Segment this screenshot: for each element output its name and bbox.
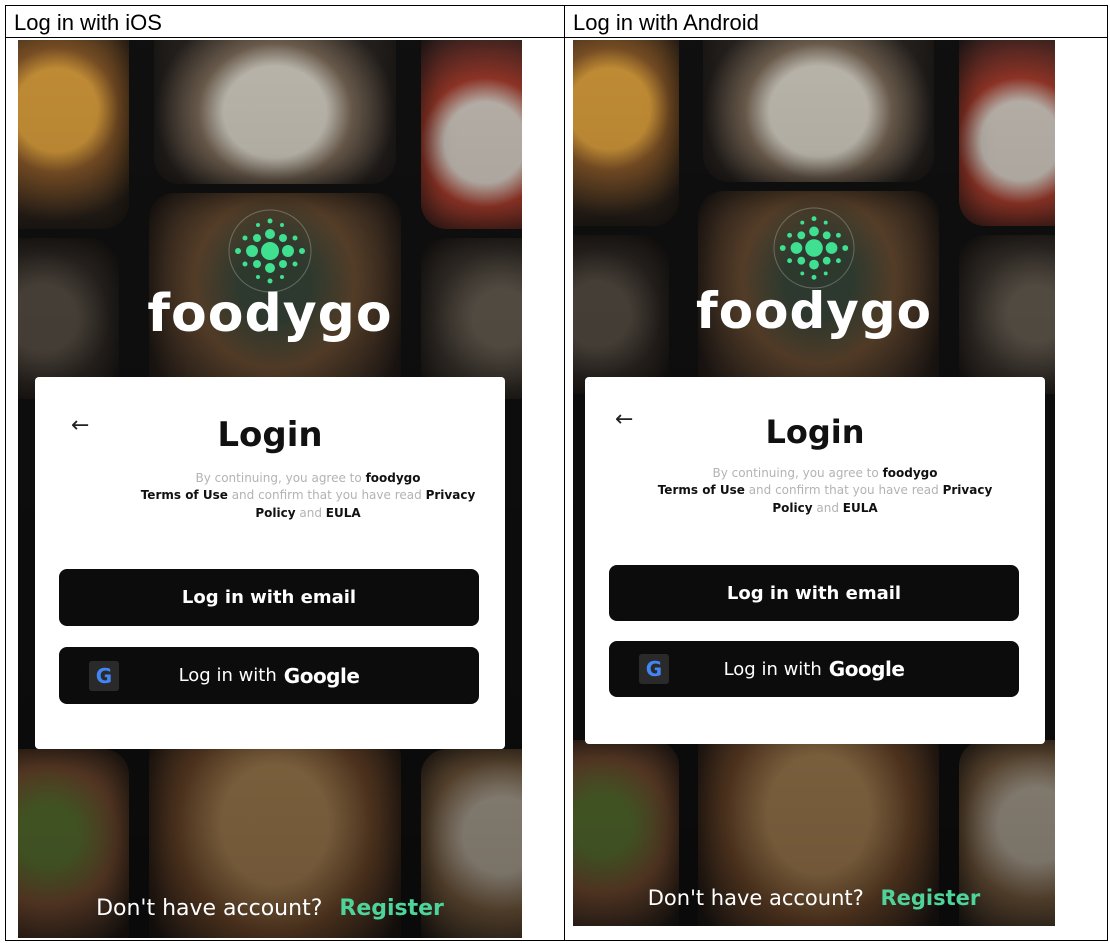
ios-column: Log in with iOS foodygo ← Login By conti… xyxy=(6,6,565,940)
comparison-table: Log in with iOS foodygo ← Login By conti… xyxy=(5,5,1108,941)
google-word: Google xyxy=(283,663,360,688)
foodygo-logo-icon xyxy=(224,208,316,294)
login-title: Login xyxy=(217,415,323,455)
login-title: Login xyxy=(765,413,865,451)
google-button-label: Log in with xyxy=(723,658,822,680)
android-screenshot: foodygo ← Login By continuing, you agree… xyxy=(573,40,1055,926)
terms-text: By continuing, you agree to foodygo Term… xyxy=(140,471,476,520)
android-column-header: Log in with Android xyxy=(565,6,1107,38)
email-login-button[interactable]: Log in with email xyxy=(59,569,479,626)
terms-brand: foodygo xyxy=(882,466,938,480)
brand-name: foodygo xyxy=(147,284,393,344)
terms-of-use-link[interactable]: Terms of Use xyxy=(141,488,228,502)
login-card: ← Login By continuing, you agree to food… xyxy=(585,377,1045,744)
google-login-button[interactable]: G Log in with Google xyxy=(59,647,479,704)
eula-link[interactable]: EULA xyxy=(326,506,361,520)
google-icon: G xyxy=(639,654,669,684)
ios-column-header: Log in with iOS xyxy=(6,6,564,38)
register-link[interactable]: Register xyxy=(339,896,444,921)
ios-screenshot: foodygo ← Login By continuing, you agree… xyxy=(18,40,522,938)
eula-link[interactable]: EULA xyxy=(843,501,878,515)
terms-text: By continuing, you agree to foodygo Term… xyxy=(657,466,993,515)
foodygo-logo-icon xyxy=(769,206,859,290)
brand-name: foodygo xyxy=(696,282,932,340)
google-icon: G xyxy=(89,661,119,691)
terms-brand: foodygo xyxy=(365,471,421,485)
email-login-button[interactable]: Log in with email xyxy=(609,565,1019,621)
google-word: Google xyxy=(828,657,905,681)
register-prompt: Don't have account? Register xyxy=(96,896,444,921)
register-prompt: Don't have account? Register xyxy=(647,886,981,910)
google-button-label: Log in with xyxy=(178,665,277,686)
register-link[interactable]: Register xyxy=(880,886,980,910)
google-login-button[interactable]: G Log in with Google xyxy=(609,641,1019,697)
login-card: ← Login By continuing, you agree to food… xyxy=(35,377,505,749)
android-column: Log in with Android foodygo ← Login By c… xyxy=(565,6,1107,940)
terms-of-use-link[interactable]: Terms of Use xyxy=(658,483,745,497)
